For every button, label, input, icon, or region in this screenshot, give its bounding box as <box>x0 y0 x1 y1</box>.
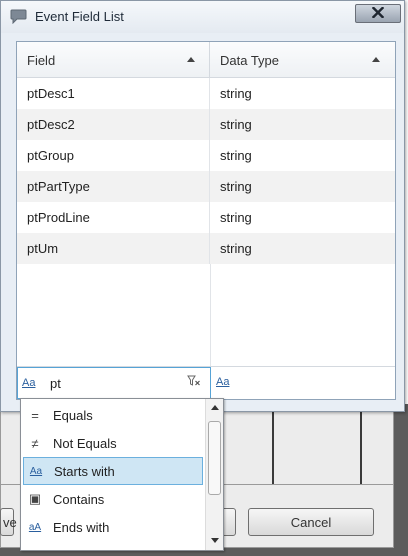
operator-option-contains[interactable]: ▣ Contains <box>23 485 203 513</box>
field-cell: ptPartType <box>17 171 210 202</box>
ends-with-icon: aA <box>28 521 42 533</box>
data-type-cell: string <box>220 241 252 256</box>
filter-clear-icon[interactable] <box>187 375 201 390</box>
operator-option-label: Not Equals <box>53 435 117 451</box>
column-header-field[interactable]: Field <box>17 42 210 78</box>
filter-operator-dropdown: = Equals ≠ Not Equals Aa Starts with ▣ C… <box>20 398 224 551</box>
scrollbar-thumb[interactable] <box>208 421 221 495</box>
data-type-cell: string <box>220 179 252 194</box>
field-grid: Field Data Type ptDesc1 string ptDesc2 s… <box>16 41 396 400</box>
close-button[interactable] <box>355 4 401 23</box>
filter-operator-icon[interactable]: Aa <box>22 377 35 389</box>
background-divider <box>272 408 274 484</box>
field-cell: ptDesc2 <box>17 109 210 140</box>
background-divider <box>360 408 362 484</box>
grid-rows: ptDesc1 string ptDesc2 string ptGroup st… <box>17 78 395 264</box>
background-save-label: ve <box>3 514 17 530</box>
column-header-data-type[interactable]: Data Type <box>210 42 395 78</box>
field-filter-input[interactable]: pt <box>50 376 61 391</box>
close-icon <box>371 6 385 21</box>
dropdown-scrollbar[interactable] <box>205 399 223 550</box>
column-divider <box>210 264 211 366</box>
field-cell: ptGroup <box>17 140 210 171</box>
filter-operator-icon[interactable]: Aa <box>216 376 229 388</box>
table-row[interactable]: ptProdLine string <box>17 202 395 233</box>
table-row[interactable]: ptDesc2 string <box>17 109 395 140</box>
operator-option-ends-with[interactable]: aA Ends with <box>23 513 203 541</box>
field-cell: ptProdLine <box>17 202 210 233</box>
data-type-cell: string <box>220 117 252 132</box>
table-row[interactable]: ptUm string <box>17 233 395 264</box>
sort-ascending-icon <box>372 57 380 62</box>
background-save-button[interactable]: ve <box>0 508 17 536</box>
sort-ascending-icon <box>187 57 195 62</box>
grid-header: Field Data Type <box>17 42 395 78</box>
table-row[interactable]: ptDesc1 string <box>17 78 395 109</box>
field-cell: ptDesc1 <box>17 78 210 109</box>
not-equals-icon: ≠ <box>31 435 39 451</box>
operator-option-label: Equals <box>53 407 93 423</box>
contains-icon: ▣ <box>28 491 42 506</box>
background-cancel-button[interactable]: Cancel <box>248 508 374 536</box>
dialog-title: Event Field List <box>35 9 124 24</box>
column-header-label: Data Type <box>220 52 280 68</box>
operator-option-not-equals[interactable]: ≠ Not Equals <box>23 429 203 457</box>
equals-icon: = <box>31 407 39 423</box>
dialog-titlebar[interactable]: Event Field List <box>1 1 404 33</box>
data-type-cell: string <box>220 148 252 163</box>
table-row[interactable]: ptPartType string <box>17 171 395 202</box>
operator-option-equals[interactable]: = Equals <box>23 401 203 429</box>
operator-option-starts-with[interactable]: Aa Starts with <box>23 457 203 485</box>
starts-with-icon: Aa <box>29 465 43 477</box>
field-cell: ptUm <box>17 233 210 264</box>
event-field-list-dialog: Event Field List Field Data Type ptDesc1 <box>0 0 405 412</box>
table-row[interactable]: ptGroup string <box>17 140 395 171</box>
data-type-filter-cell[interactable]: Aa <box>212 367 395 399</box>
operator-option-label: Contains <box>53 491 105 507</box>
field-filter-cell[interactable]: Aa pt <box>17 367 211 399</box>
data-type-cell: string <box>220 86 252 101</box>
data-type-cell: string <box>220 210 252 225</box>
speech-bubble-icon <box>10 9 27 25</box>
scroll-down-icon[interactable] <box>211 538 219 543</box>
column-header-label: Field <box>27 52 56 68</box>
operator-option-label: Starts with <box>54 463 115 479</box>
operator-option-label: Ends with <box>53 519 110 535</box>
scroll-up-icon[interactable] <box>211 405 219 410</box>
filter-row: Aa pt Aa <box>17 366 395 399</box>
background-cancel-label: Cancel <box>290 514 332 530</box>
